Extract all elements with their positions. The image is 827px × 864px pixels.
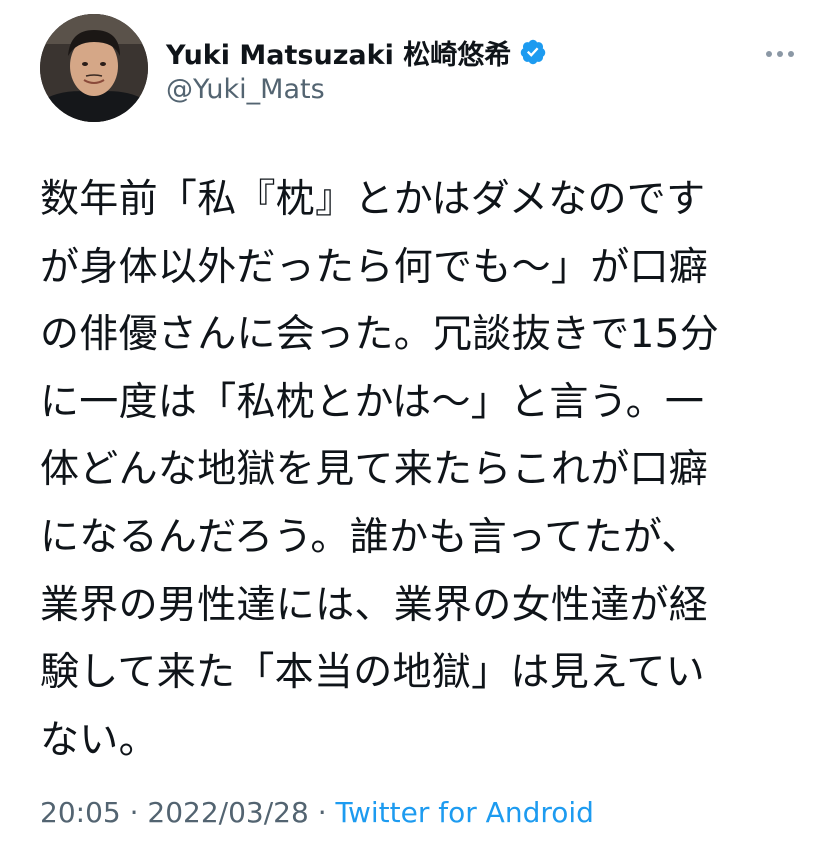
meta-separator: · (129, 796, 139, 829)
tweet-line: 験して来た「本当の地獄」は見えてい (40, 650, 705, 696)
tweet-line: の俳優さんに会った。冗談抜きで15分 (40, 312, 720, 358)
tweet-time[interactable]: 20:05 (40, 796, 121, 829)
author-names: Yuki Matsuzaki 松崎悠希 @Yuki_Mats (166, 32, 547, 105)
avatar[interactable] (40, 14, 148, 122)
tweet-date[interactable]: 2022/03/28 (147, 796, 308, 829)
tweet-text: 数年前「私『枕』とかはダメなのです が身体以外だったら何でも～」が口癖 の俳優さ… (40, 166, 800, 774)
tweet-line: 体どんな地獄を見て来たらこれが口癖 (40, 447, 709, 493)
tweet-line: 業界の男性達には、業界の女性達が経 (40, 582, 709, 628)
tweet-header: Yuki Matsuzaki 松崎悠希 @Yuki_Mats (40, 14, 800, 124)
tweet-line: が身体以外だったら何でも～」が口癖 (40, 244, 709, 290)
meta-separator: · (317, 796, 327, 829)
display-name[interactable]: Yuki Matsuzaki 松崎悠希 (166, 33, 511, 72)
tweet-line: になるんだろう。誰かも言ってたが、 (40, 514, 701, 560)
tweet-line: に一度は「私枕とかは～」と言う。一 (40, 379, 705, 425)
verified-badge-icon (519, 38, 547, 66)
tweet-meta: 20:05 · 2022/03/28 · Twitter for Android (40, 796, 594, 829)
tweet-line: ない。 (40, 717, 158, 763)
handle[interactable]: @Yuki_Mats (166, 74, 547, 105)
tweet-source-link[interactable]: Twitter for Android (336, 796, 594, 829)
more-horizontal-icon[interactable] (760, 44, 800, 64)
display-name-row: Yuki Matsuzaki 松崎悠希 (166, 32, 547, 72)
tweet-line: 数年前「私『枕』とかはダメなのです (40, 177, 706, 222)
profile-photo-icon (40, 14, 148, 122)
